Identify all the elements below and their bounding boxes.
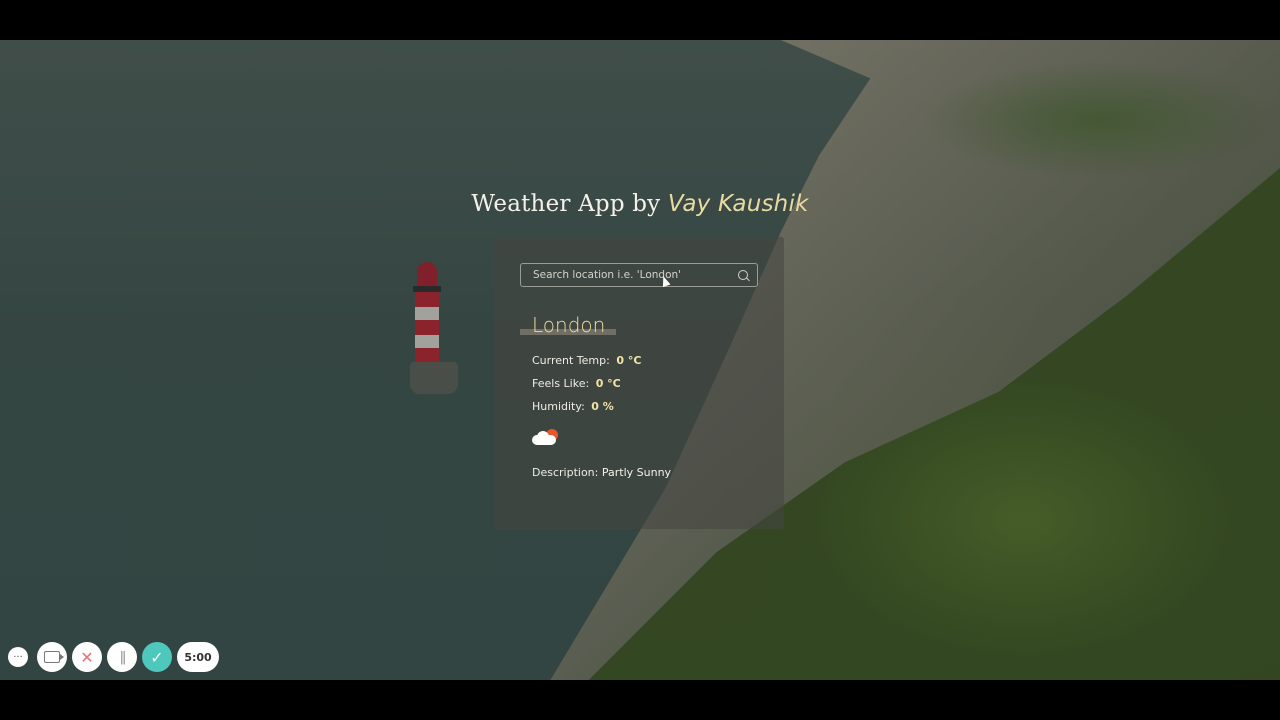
description-value: Partly Sunny xyxy=(601,466,672,479)
search-box[interactable] xyxy=(520,263,758,287)
partly-sunny-icon xyxy=(532,427,562,449)
city-name: London xyxy=(532,313,606,337)
page-title: Weather App by Vay Kaushik xyxy=(0,191,1280,217)
page-title-main: Weather App by xyxy=(471,191,668,217)
description-label: Description: xyxy=(532,466,599,479)
humidity-row: Humidity: 0 % xyxy=(532,400,614,413)
more-options-button[interactable]: ··· xyxy=(8,647,28,667)
search-input[interactable] xyxy=(521,264,743,286)
description-row: Description: Partly Sunny xyxy=(532,466,671,479)
search-icon[interactable] xyxy=(738,270,748,280)
camera-toggle-button[interactable] xyxy=(37,642,67,672)
current-temp-label: Current Temp: xyxy=(532,354,610,367)
weather-card: London Current Temp: 0 °C Feels Like: 0 … xyxy=(494,237,784,529)
feels-like-label: Feels Like: xyxy=(532,377,590,390)
humidity-value: 0 % xyxy=(591,400,614,413)
camera-icon xyxy=(44,651,64,663)
current-temp-value: 0 °C xyxy=(616,354,642,367)
current-temp-row: Current Temp: 0 °C xyxy=(532,354,641,367)
page-title-author: Vay Kaushik xyxy=(667,191,809,217)
humidity-label: Humidity: xyxy=(532,400,585,413)
finish-recording-button[interactable]: ✓ xyxy=(142,642,172,672)
feels-like-row: Feels Like: 0 °C xyxy=(532,377,621,390)
discard-button[interactable]: ✕ xyxy=(72,642,102,672)
pause-button[interactable]: || xyxy=(107,642,137,672)
recording-timer: 5:00 xyxy=(177,642,219,672)
feels-like-value: 0 °C xyxy=(595,377,621,390)
